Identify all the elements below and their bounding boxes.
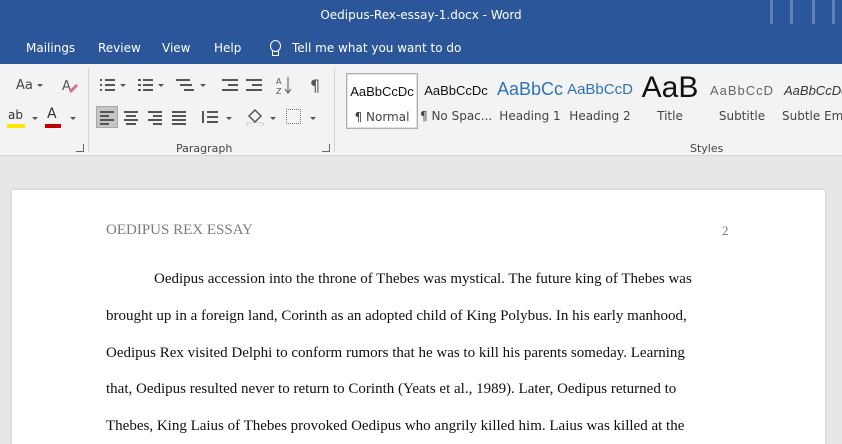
chevron-down-icon[interactable] [226,117,232,120]
chevron-down-icon [36,84,43,87]
body-line: Thebes, King Laius of Thebes provoked Oe… [106,418,685,434]
tab-view[interactable]: View [162,41,190,55]
style-preview: AaBbCcDc [424,83,488,98]
numbering-icon[interactable] [138,78,154,92]
increase-indent-icon[interactable] [246,78,262,92]
font-dialog-launcher-icon[interactable] [76,144,84,152]
font-color-swatch [45,124,61,128]
align-left-icon [100,111,114,125]
separator [334,68,335,152]
bullets-icon[interactable] [100,78,116,92]
multilevel-list-icon[interactable] [176,78,194,92]
shading-icon[interactable] [246,108,264,127]
justify-icon[interactable] [172,111,186,125]
paragraph-group-label: Paragraph [176,142,233,155]
change-case-label: Aa [16,78,33,93]
chevron-down-icon[interactable] [158,84,164,87]
chevron-down-icon[interactable] [310,117,316,120]
ribbon: Aa A ab A AZ ¶ Paragraph AaBbCcDc ¶ Norm… [0,64,842,156]
body-line: Oedipus Rex visited Delphi to conform ru… [106,345,685,361]
style-name: ¶ No Spac... [420,109,492,123]
style-name: Subtle Em... [782,109,842,123]
body-line: Oedipus accession into the throne of The… [154,271,692,287]
style-no-spacing[interactable]: AaBbCcDc ¶ No Spac... [420,73,492,129]
tab-mailings[interactable]: Mailings [26,41,75,55]
chevron-down-icon[interactable] [32,117,38,120]
running-header: OEDIPUS REX ESSAY [106,222,253,238]
tell-me-text: Tell me what you want to do [292,41,462,55]
text-highlight-button[interactable]: ab [6,108,30,130]
ribbon-tabs: Mailings Review View Help Tell me what y… [0,33,842,64]
clear-formatting-icon: A [62,79,78,94]
style-preview: AaBbCcDc [350,84,414,99]
lightbulb-icon [268,40,282,56]
style-name: Heading 1 [499,109,561,123]
clear-formatting-button[interactable]: A [62,77,78,94]
chevron-down-icon[interactable] [120,84,126,87]
styles-group-label: Styles [690,142,724,155]
svg-text:Z: Z [276,87,282,95]
svg-text:A: A [276,77,282,86]
titlebar-decoration [790,0,793,24]
font-color-button[interactable]: A [44,106,64,128]
style-normal[interactable]: AaBbCcDc ¶ Normal [346,73,418,129]
chevron-down-icon[interactable] [70,117,76,120]
style-preview: AaBbCcDc [784,83,842,98]
style-name: Subtitle [718,109,766,123]
title-bar: Oedipus-Rex-essay-1.docx - Word [0,0,842,33]
style-heading-1[interactable]: AaBbCc Heading 1 [494,73,566,129]
show-formatting-marks-button[interactable]: ¶ [310,76,320,95]
separator [88,68,89,152]
document-page[interactable]: OEDIPUS REX ESSAY 2 Oedipus accession in… [12,190,825,444]
highlight-letters: ab [8,108,23,122]
align-center-icon[interactable] [124,111,138,125]
decrease-indent-icon[interactable] [222,78,238,92]
align-right-icon[interactable] [148,111,162,125]
style-name: ¶ Normal [354,110,410,124]
highlight-swatch [7,124,25,128]
style-preview: AaBbCcD [567,81,633,98]
titlebar-decoration [770,0,773,24]
chevron-down-icon[interactable] [270,117,276,120]
tab-review[interactable]: Review [98,41,141,55]
style-preview: AaBbCc [496,79,564,99]
style-preview: AaBbCcD [709,83,775,98]
chevron-down-icon[interactable] [200,84,206,87]
borders-icon[interactable] [286,109,301,124]
style-title[interactable]: AaB Title [634,71,706,129]
titlebar-decoration [812,0,815,24]
style-name: Heading 2 [569,109,631,123]
line-spacing-icon[interactable] [202,109,218,125]
style-preview: AaB [641,71,699,104]
paragraph-dialog-launcher-icon[interactable] [322,144,330,152]
change-case-button[interactable]: Aa [16,78,43,93]
tell-me-box[interactable]: Tell me what you want to do [268,40,461,56]
style-name: Title [657,109,683,123]
sort-icon[interactable]: AZ [276,75,292,96]
tab-help[interactable]: Help [214,41,241,55]
font-color-letter: A [47,106,57,122]
style-heading-2[interactable]: AaBbCcD Heading 2 [564,73,636,129]
window-title: Oedipus-Rex-essay-1.docx - Word [320,8,522,22]
body-line: that, Oedipus resulted never to return t… [106,381,677,397]
body-line: brought up in a foreign land, Corinth as… [106,308,687,324]
page-number: 2 [722,223,729,238]
style-subtitle[interactable]: AaBbCcD Subtitle [706,73,778,129]
titlebar-decoration [832,0,835,24]
style-subtle-emphasis[interactable]: AaBbCcDc Subtle Em... [778,73,842,129]
